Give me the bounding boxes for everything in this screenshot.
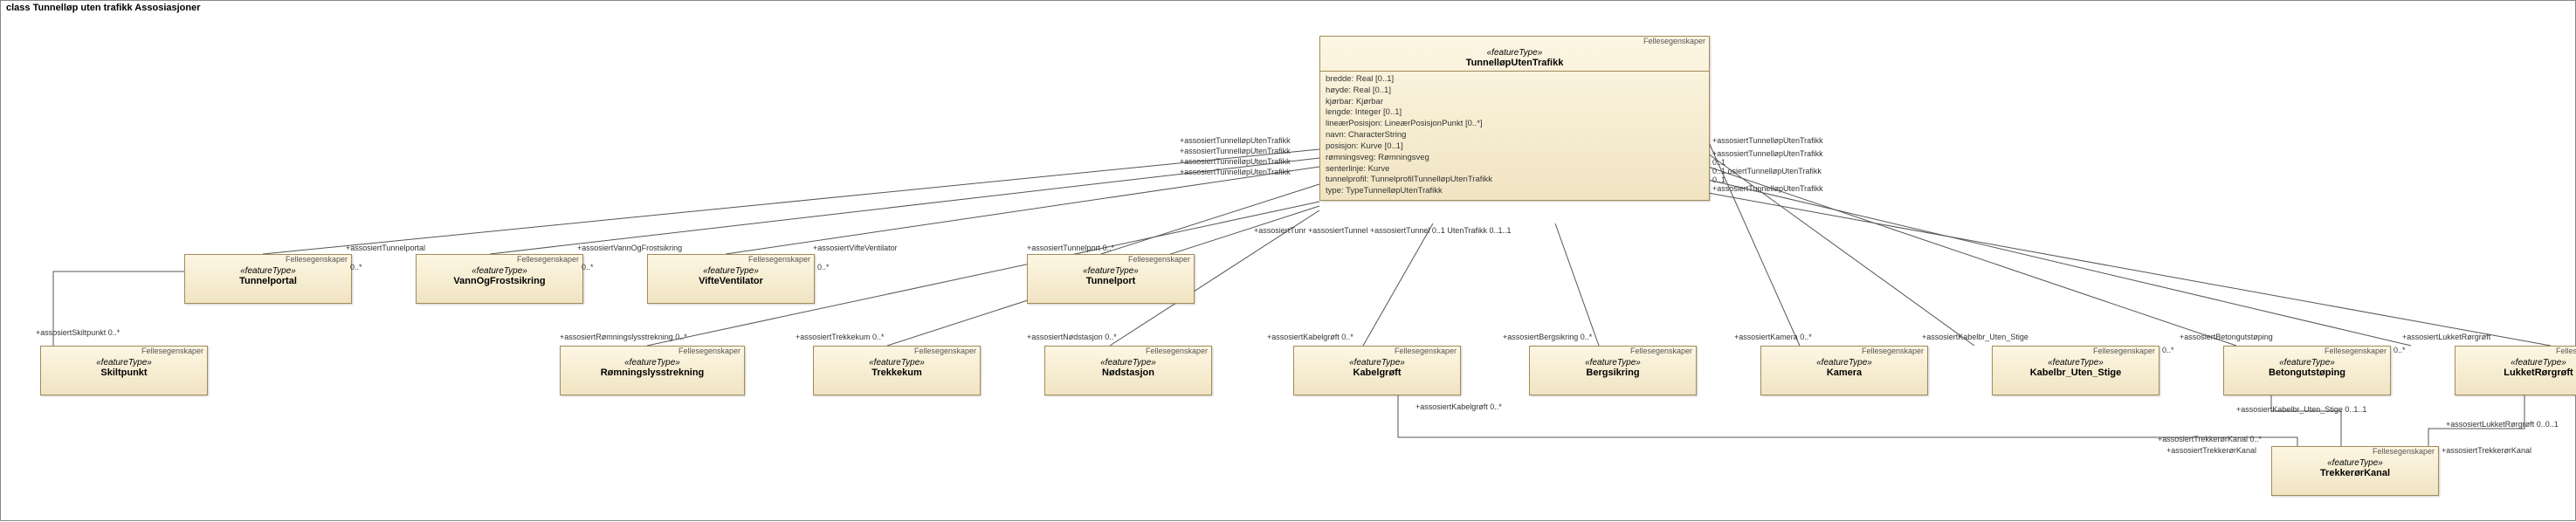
mult: 0..* (582, 263, 594, 271)
edge-label: +assosiertTunnelløpUtenTrafikk (1180, 157, 1291, 166)
edge-label: +assosiertNødstasjon 0..* (1027, 333, 1117, 341)
edge-label: +assosiertTunnelportal (346, 244, 425, 252)
mult: 0..1 (1712, 175, 1725, 184)
connectors (1, 1, 2576, 522)
class-attributes: bredde: Real [0..1] høyde: Real [0..1] k… (1320, 72, 1709, 200)
edge-label: +assosiertVannOgFrostsikring (577, 244, 682, 252)
edge-label: +assosiertKabelgrøft 0..* (1267, 333, 1353, 341)
edge-label: +assosiertTrekkerørKanal (2442, 446, 2531, 455)
edge-label: +assosiertLukketRørgrøft 0..0..1 (2446, 420, 2559, 429)
class-skiltpunkt[interactable]: Fellesegenskaper «featureType» Skiltpunk… (40, 346, 208, 395)
edge-label: +assosiertTrekkekum 0..* (796, 333, 884, 341)
stereotype-mid: «featureType» (1326, 48, 1704, 58)
class-bergsikring[interactable]: Fellesegenskaper «featureType» Bergsikri… (1529, 346, 1697, 395)
edge-label: +assosiertSkiltpunkt 0..* (36, 328, 120, 337)
class-trekkekum[interactable]: Fellesegenskaper «featureType» Trekkekum (813, 346, 981, 395)
class-romningslysstrekning[interactable]: Fellesegenskaper «featureType» Rømningsl… (560, 346, 745, 395)
edge-label: +assosiertTunnelløpUtenTrafikk (1712, 184, 1823, 193)
edge-label: +assosiertVifteVentilator (813, 244, 898, 252)
edge-label: +assosiertRømningslysstrekning 0..* (560, 333, 687, 341)
mult: 0..* (2393, 346, 2406, 354)
edge-label: +assosiertTrekkerørKanal (2166, 446, 2256, 455)
class-lukketrorgroft[interactable]: Fellesegenskaper «featureType» LukketRør… (2455, 346, 2576, 395)
edge-label: +assosiertTrekkerørKanal 0..* (2158, 435, 2262, 443)
edge-label: +assosiertKabelbr_Uten_Stige 0..1..1 (2236, 405, 2366, 414)
class-tunnelport[interactable]: Fellesegenskaper «featureType» Tunnelpor… (1027, 254, 1195, 304)
edge-label: +assosiertTunnelløpUtenTrafikk (1180, 136, 1291, 145)
class-kabelgroft[interactable]: Fellesegenskaper «featureType» Kabelgrøf… (1293, 346, 1461, 395)
stereotype-top: Fellesegenskaper (1320, 37, 1709, 45)
edge-label: +assosiertTunr +assosiertTunnel +assosie… (1254, 226, 1512, 235)
class-trekkerorkanal[interactable]: Fellesegenskaper «featureType» Trekkerør… (2271, 446, 2439, 496)
mult: 0..1 (1712, 158, 1725, 167)
diagram-title: class Tunnelløp uten trafikk Assosiasjon… (0, 0, 210, 15)
edge-label: +assosiertTunnelløpUtenTrafikk (1712, 149, 1823, 158)
edge-label: +assosiertBetongutstøping (2180, 333, 2273, 341)
edge-label: +assosiertKabelgrøft 0..* (1415, 402, 1502, 411)
class-nodstasjon[interactable]: Fellesegenskaper «featureType» Nødstasjo… (1044, 346, 1212, 395)
edge-label: +assosiertKamera 0..* (1734, 333, 1812, 341)
class-vannogfrostsikring[interactable]: Fellesegenskaper «featureType» VannOgFro… (416, 254, 583, 304)
class-betongutstoping[interactable]: Fellesegenskaper «featureType» Betonguts… (2223, 346, 2391, 395)
diagram-canvas: class Tunnelløp uten trafikk Assosiasjon… (0, 0, 2576, 521)
mult: 0..* (2162, 346, 2174, 354)
edge-label: +assosiertLukketRørgrøft (2402, 333, 2490, 341)
edge-label: +assosiertTunnelløpUtenTrafikk (1180, 147, 1291, 155)
edge-label: +assosiertTunnelport 0..* (1027, 244, 1114, 252)
edge-label: +assosiertTunnelløpUtenTrafikk (1712, 136, 1823, 145)
edge-label: +assosiertKabelbr_Uten_Stige (1922, 333, 2028, 341)
class-kabelbr-uten-stige[interactable]: Fellesegenskaper «featureType» Kabelbr_U… (1992, 346, 2159, 395)
mult: 0..* (350, 263, 362, 271)
edge-label: +assosiertBergsikring 0..* (1503, 333, 1592, 341)
edge-label: 0..1 osiertTunnelløpUtenTrafikk (1712, 167, 1822, 175)
class-tunnelportal[interactable]: Fellesegenskaper «featureType» Tunnelpor… (184, 254, 352, 304)
class-kamera[interactable]: Fellesegenskaper «featureType» Kamera (1760, 346, 1928, 395)
edge-label: +assosiertTunnelløpUtenTrafikk (1180, 168, 1291, 176)
class-tunnellop-uten-trafikk[interactable]: Fellesegenskaper «featureType» Tunnelløp… (1319, 36, 1710, 201)
class-vifteventilator[interactable]: Fellesegenskaper «featureType» VifteVent… (647, 254, 815, 304)
mult: 0..* (817, 263, 830, 271)
class-name: TunnelløpUtenTrafikk (1326, 58, 1704, 68)
